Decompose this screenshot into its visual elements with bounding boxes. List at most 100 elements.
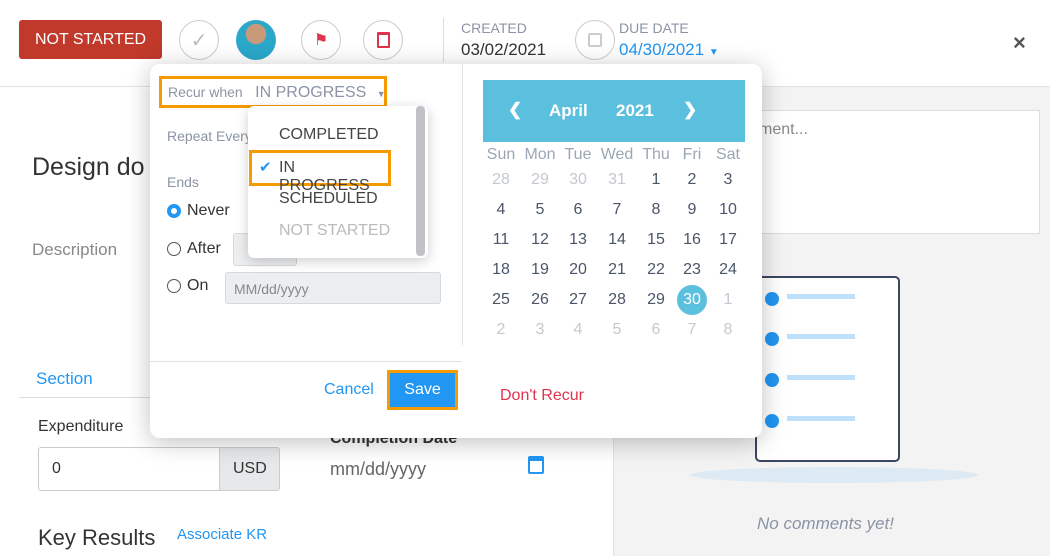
recur-when-menu: COMPLETED ✔ IN PROGRESS SCHEDULED NOT ST… bbox=[248, 106, 428, 258]
weekday-fri: Fri bbox=[682, 146, 702, 163]
scrollbar[interactable] bbox=[416, 106, 425, 256]
divider bbox=[150, 361, 462, 362]
comment-input[interactable]: ment... bbox=[740, 110, 1040, 234]
calendar-day[interactable]: 1 bbox=[640, 165, 672, 195]
calendar-day[interactable]: 9 bbox=[676, 195, 708, 225]
save-button[interactable]: Save bbox=[387, 370, 458, 410]
calendar-day[interactable]: 2 bbox=[676, 165, 708, 195]
complete-button[interactable]: ✓ bbox=[179, 20, 219, 60]
repeat-every-label: Repeat Every bbox=[167, 128, 249, 144]
calendar-day[interactable]: 21 bbox=[601, 255, 633, 285]
menu-item-completed[interactable]: COMPLETED bbox=[279, 126, 379, 144]
calendar-day[interactable]: 14 bbox=[601, 225, 633, 255]
calendar-day[interactable]: 28 bbox=[601, 285, 633, 315]
calendar-day[interactable]: 18 bbox=[485, 255, 517, 285]
status-button[interactable]: NOT STARTED bbox=[19, 20, 162, 59]
calendar-day[interactable]: 6 bbox=[640, 315, 672, 345]
calendar-day[interactable]: 7 bbox=[676, 315, 708, 345]
after-radio[interactable] bbox=[167, 242, 181, 256]
trash-icon bbox=[376, 32, 390, 48]
calendar-day[interactable]: 29 bbox=[524, 165, 556, 195]
calendar-day[interactable]: 5 bbox=[524, 195, 556, 225]
status-label: NOT STARTED bbox=[34, 30, 147, 48]
calendar-day[interactable]: 23 bbox=[676, 255, 708, 285]
calendar-day[interactable]: 22 bbox=[640, 255, 672, 285]
calendar-day[interactable]: 28 bbox=[485, 165, 517, 195]
due-date-calendar-button[interactable] bbox=[575, 20, 615, 60]
due-date-value: 04/30/2021 bbox=[619, 40, 705, 59]
calendar-header: ❮ April 2021 ❯ bbox=[483, 80, 745, 142]
calendar-icon bbox=[588, 33, 602, 47]
save-label: Save bbox=[404, 381, 441, 398]
tab-section[interactable]: Section bbox=[36, 369, 93, 389]
calendar-day[interactable]: 27 bbox=[562, 285, 594, 315]
on-date-input[interactable]: MM/dd/yyyy bbox=[225, 272, 441, 304]
calendar-day[interactable]: 16 bbox=[676, 225, 708, 255]
dont-recur-button[interactable]: Don't Recur bbox=[500, 387, 584, 405]
check-icon: ✓ bbox=[190, 29, 208, 52]
calendar-day[interactable]: 4 bbox=[485, 195, 517, 225]
calendar-day[interactable]: 17 bbox=[712, 225, 744, 255]
flag-button[interactable]: ⚑ bbox=[301, 20, 341, 60]
calendar-day[interactable]: 26 bbox=[524, 285, 556, 315]
expenditure-label: Expenditure bbox=[38, 418, 124, 435]
expenditure-input[interactable]: 0 bbox=[38, 447, 220, 491]
delete-button[interactable] bbox=[363, 20, 403, 60]
calendar-icon[interactable] bbox=[528, 456, 544, 474]
associate-kr-link[interactable]: Associate KR bbox=[177, 526, 267, 543]
weekday-mon: Mon bbox=[524, 146, 556, 163]
calendar-day[interactable]: 8 bbox=[712, 315, 744, 345]
calendar-day[interactable]: 3 bbox=[712, 165, 744, 195]
due-date-label: DUE DATE bbox=[619, 20, 689, 36]
calendar-day[interactable]: 8 bbox=[640, 195, 672, 225]
recur-when-value: IN PROGRESS bbox=[255, 84, 367, 101]
calendar-day[interactable]: 20 bbox=[562, 255, 594, 285]
calendar-day[interactable]: 4 bbox=[562, 315, 594, 345]
calendar-day[interactable]: 6 bbox=[562, 195, 594, 225]
calendar-day[interactable]: 12 bbox=[524, 225, 556, 255]
calendar-day[interactable]: 30 bbox=[562, 165, 594, 195]
recur-when-select[interactable]: Recur when IN PROGRESS ▼ bbox=[159, 76, 387, 108]
weekday-sun: Sun bbox=[486, 146, 516, 163]
never-radio[interactable] bbox=[167, 204, 181, 218]
calendar-day[interactable]: 3 bbox=[524, 315, 556, 345]
calendar-day[interactable]: 7 bbox=[601, 195, 633, 225]
key-results-heading: Key Results bbox=[38, 525, 156, 550]
recur-when-label: Recur when bbox=[168, 84, 243, 100]
after-label: After bbox=[187, 240, 221, 257]
on-radio[interactable] bbox=[167, 279, 181, 293]
menu-item-scheduled[interactable]: SCHEDULED bbox=[279, 190, 378, 208]
on-date-placeholder: MM/dd/yyyy bbox=[234, 281, 309, 297]
calendar-day[interactable]: 30 bbox=[677, 285, 707, 315]
caret-down-icon: ▼ bbox=[708, 47, 719, 58]
menu-item-in-progress[interactable]: ✔ IN PROGRESS bbox=[249, 150, 391, 194]
prev-month-icon[interactable]: ❮ bbox=[508, 100, 522, 120]
next-month-icon[interactable]: ❯ bbox=[683, 100, 697, 120]
calendar-day[interactable]: 19 bbox=[524, 255, 556, 285]
calendar-day[interactable]: 5 bbox=[601, 315, 633, 345]
calendar-day[interactable]: 2 bbox=[485, 315, 517, 345]
calendar-day[interactable]: 15 bbox=[640, 225, 672, 255]
calendar-day[interactable]: 11 bbox=[485, 225, 517, 255]
on-label: On bbox=[187, 277, 209, 294]
calendar-day[interactable]: 1 bbox=[712, 285, 744, 315]
calendar-day[interactable]: 10 bbox=[712, 195, 744, 225]
completion-date-input[interactable]: mm/dd/yyyy bbox=[330, 459, 426, 480]
calendar-day[interactable]: 24 bbox=[712, 255, 744, 285]
calendar-day[interactable]: 25 bbox=[485, 285, 517, 315]
due-date-dropdown[interactable]: 04/30/2021 ▼ bbox=[619, 40, 719, 60]
calendar-month[interactable]: April bbox=[549, 101, 588, 121]
close-icon[interactable]: × bbox=[1013, 30, 1026, 56]
avatar[interactable] bbox=[236, 20, 276, 60]
weekday-wed: Wed bbox=[600, 146, 634, 163]
calendar-year[interactable]: 2021 bbox=[616, 101, 654, 121]
calendar-day[interactable]: 29 bbox=[640, 285, 672, 315]
task-title[interactable]: Design do bbox=[32, 153, 145, 182]
calendar-day[interactable]: 31 bbox=[601, 165, 633, 195]
cancel-button[interactable]: Cancel bbox=[324, 381, 374, 399]
never-label: Never bbox=[187, 202, 230, 219]
caret-down-icon: ▼ bbox=[376, 89, 386, 99]
calendar-day[interactable]: 13 bbox=[562, 225, 594, 255]
weekday-tue: Tue bbox=[564, 146, 592, 163]
menu-item-not-started: NOT STARTED bbox=[279, 222, 391, 239]
